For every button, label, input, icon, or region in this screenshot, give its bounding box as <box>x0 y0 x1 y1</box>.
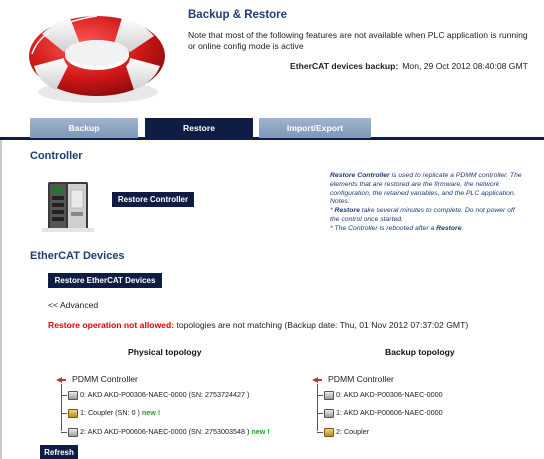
backup-node-2[interactable]: 2: Coupler <box>317 426 369 437</box>
warning-text: topologies are not matching (Backup date… <box>174 320 469 330</box>
help-term: Restore Controller <box>330 172 390 179</box>
tab-restore[interactable]: Restore <box>145 118 253 138</box>
node-label: 2: Coupler <box>336 427 370 436</box>
controller-section-title: Controller <box>30 150 83 162</box>
tab-backup[interactable]: Backup <box>30 118 138 138</box>
help-term: Restore <box>334 207 360 215</box>
availability-note: Note that most of the following features… <box>188 30 544 52</box>
root-label: PDMM Controller <box>72 374 138 384</box>
drive-icon <box>324 408 334 418</box>
root-label: PDMM Controller <box>328 374 394 384</box>
warning-label: Restore operation not allowed: <box>48 320 175 330</box>
node-label: 2: AKD AKD-P00606-NAEC-0000 (SN: 2753003… <box>80 427 252 436</box>
physical-root-node[interactable]: PDMM Controller <box>56 374 138 384</box>
coupler-icon <box>324 427 334 437</box>
help-term: Restore <box>436 224 462 232</box>
drive-icon <box>68 390 78 400</box>
life-buoy-icon <box>29 15 165 103</box>
note-line-2: or online config mode is active <box>188 41 304 51</box>
help-text: * The Controller is rebooted after a <box>330 224 437 232</box>
node-label: 0: AKD AKD-P00306-NAEC-0000 <box>336 390 443 399</box>
refresh-button[interactable]: Refresh <box>40 445 78 459</box>
help-text: elements that are restored are the firmw… <box>330 180 500 188</box>
backup-node-0[interactable]: 0: AKD AKD-P00306-NAEC-0000 <box>317 389 443 400</box>
physical-node-1[interactable]: 1: Coupler (SN: 0 ) new ! <box>61 407 160 418</box>
backup-node-1[interactable]: 1: AKD AKD-P00606-NAEC-0000 <box>317 407 443 418</box>
backup-date: Mon, 29 Oct 2012 08:40:08 GMT <box>402 61 528 71</box>
drive-icon <box>68 427 78 437</box>
backup-label: EtherCAT devices backup: <box>290 61 399 71</box>
new-badge: new ! <box>251 427 270 436</box>
header: Backup & Restore Note that most of the f… <box>0 0 544 116</box>
node-label: 0: AKD AKD-P00306-NAEC-0000 (SN: 2753724… <box>80 390 250 399</box>
node-label: 1: Coupler (SN: 0 ) <box>80 408 142 417</box>
node-label: 1: AKD AKD-P00606-NAEC-0000 <box>336 408 443 417</box>
page-title: Backup & Restore <box>188 9 288 21</box>
drive-icon <box>324 390 334 400</box>
help-text: is used to replicate a PDMM controller. … <box>389 172 522 179</box>
help-text: configuration, the retained variables, a… <box>330 189 516 197</box>
advanced-toggle-link[interactable]: << Advanced <box>48 300 98 310</box>
backup-topology-title: Backup topology <box>385 347 455 357</box>
note-line-1: Note that most of the following features… <box>188 30 528 40</box>
physical-topology-title: Physical topology <box>128 347 202 357</box>
restore-ethercat-button[interactable]: Restore EtherCAT Devices <box>48 273 162 288</box>
content-left-border <box>0 140 2 459</box>
coupler-icon <box>68 408 78 418</box>
controller-arrow-icon <box>312 376 322 383</box>
ethercat-section-title: EtherCAT Devices <box>30 250 125 262</box>
tab-import-export[interactable]: Import/Export <box>259 118 371 138</box>
new-badge: new ! <box>141 408 161 417</box>
help-notes-label: Notes: <box>330 198 350 206</box>
pdmm-controller-icon <box>42 182 94 232</box>
restore-controller-button[interactable]: Restore Controller <box>112 192 194 207</box>
restore-warning: Restore operation not allowed: topologie… <box>48 320 468 330</box>
help-text: take several minutes to complete. Do not… <box>359 207 515 215</box>
help-text: . <box>461 224 464 232</box>
physical-node-0[interactable]: 0: AKD AKD-P00306-NAEC-0000 (SN: 2753724… <box>61 389 249 400</box>
physical-node-2[interactable]: 2: AKD AKD-P00606-NAEC-0000 (SN: 2753003… <box>61 426 270 437</box>
help-text: the control once started. <box>330 215 403 223</box>
backup-root-node[interactable]: PDMM Controller <box>312 374 394 384</box>
ethercat-backup-info: EtherCAT devices backup: Mon, 29 Oct 2012… <box>290 61 528 71</box>
controller-arrow-icon <box>56 376 66 383</box>
restore-controller-help: Restore Controller is used to replicate … <box>330 172 544 234</box>
